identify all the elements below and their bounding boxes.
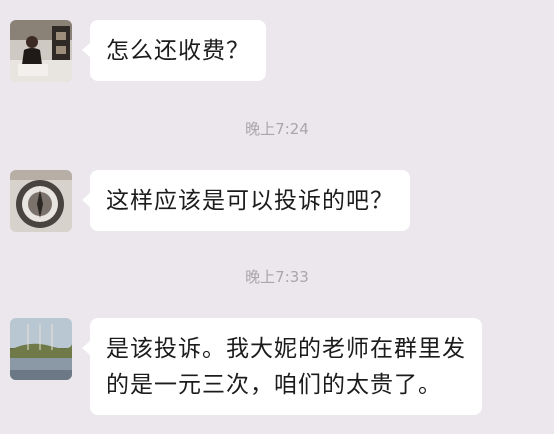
- timestamp: 晚上7:24: [245, 120, 309, 138]
- landscape-avatar[interactable]: [10, 318, 72, 380]
- message-bubble[interactable]: 怎么还收费？: [82, 20, 266, 81]
- message-text: 这样应该是可以投诉的吧？: [106, 188, 394, 214]
- message-text-line: 的是一元三次，咱们的太贵了。: [106, 372, 442, 398]
- message-bubble[interactable]: 这样应该是可以投诉的吧？: [82, 170, 410, 231]
- message-text: 怎么还收费？: [106, 38, 250, 64]
- timestamp: 晚上7:33: [245, 268, 309, 286]
- message-text-line: 是该投诉。我大妮的老师在群里发: [106, 336, 466, 362]
- compass-avatar[interactable]: [10, 170, 72, 232]
- chat-message: 是该投诉。我大妮的老师在群里发 的是一元三次，咱们的太贵了。: [10, 318, 482, 415]
- chat-message: 怎么还收费？: [10, 20, 266, 82]
- person-photo-avatar[interactable]: [10, 20, 72, 82]
- chat-message: 这样应该是可以投诉的吧？: [10, 170, 410, 232]
- message-bubble[interactable]: 是该投诉。我大妮的老师在群里发 的是一元三次，咱们的太贵了。: [82, 318, 482, 415]
